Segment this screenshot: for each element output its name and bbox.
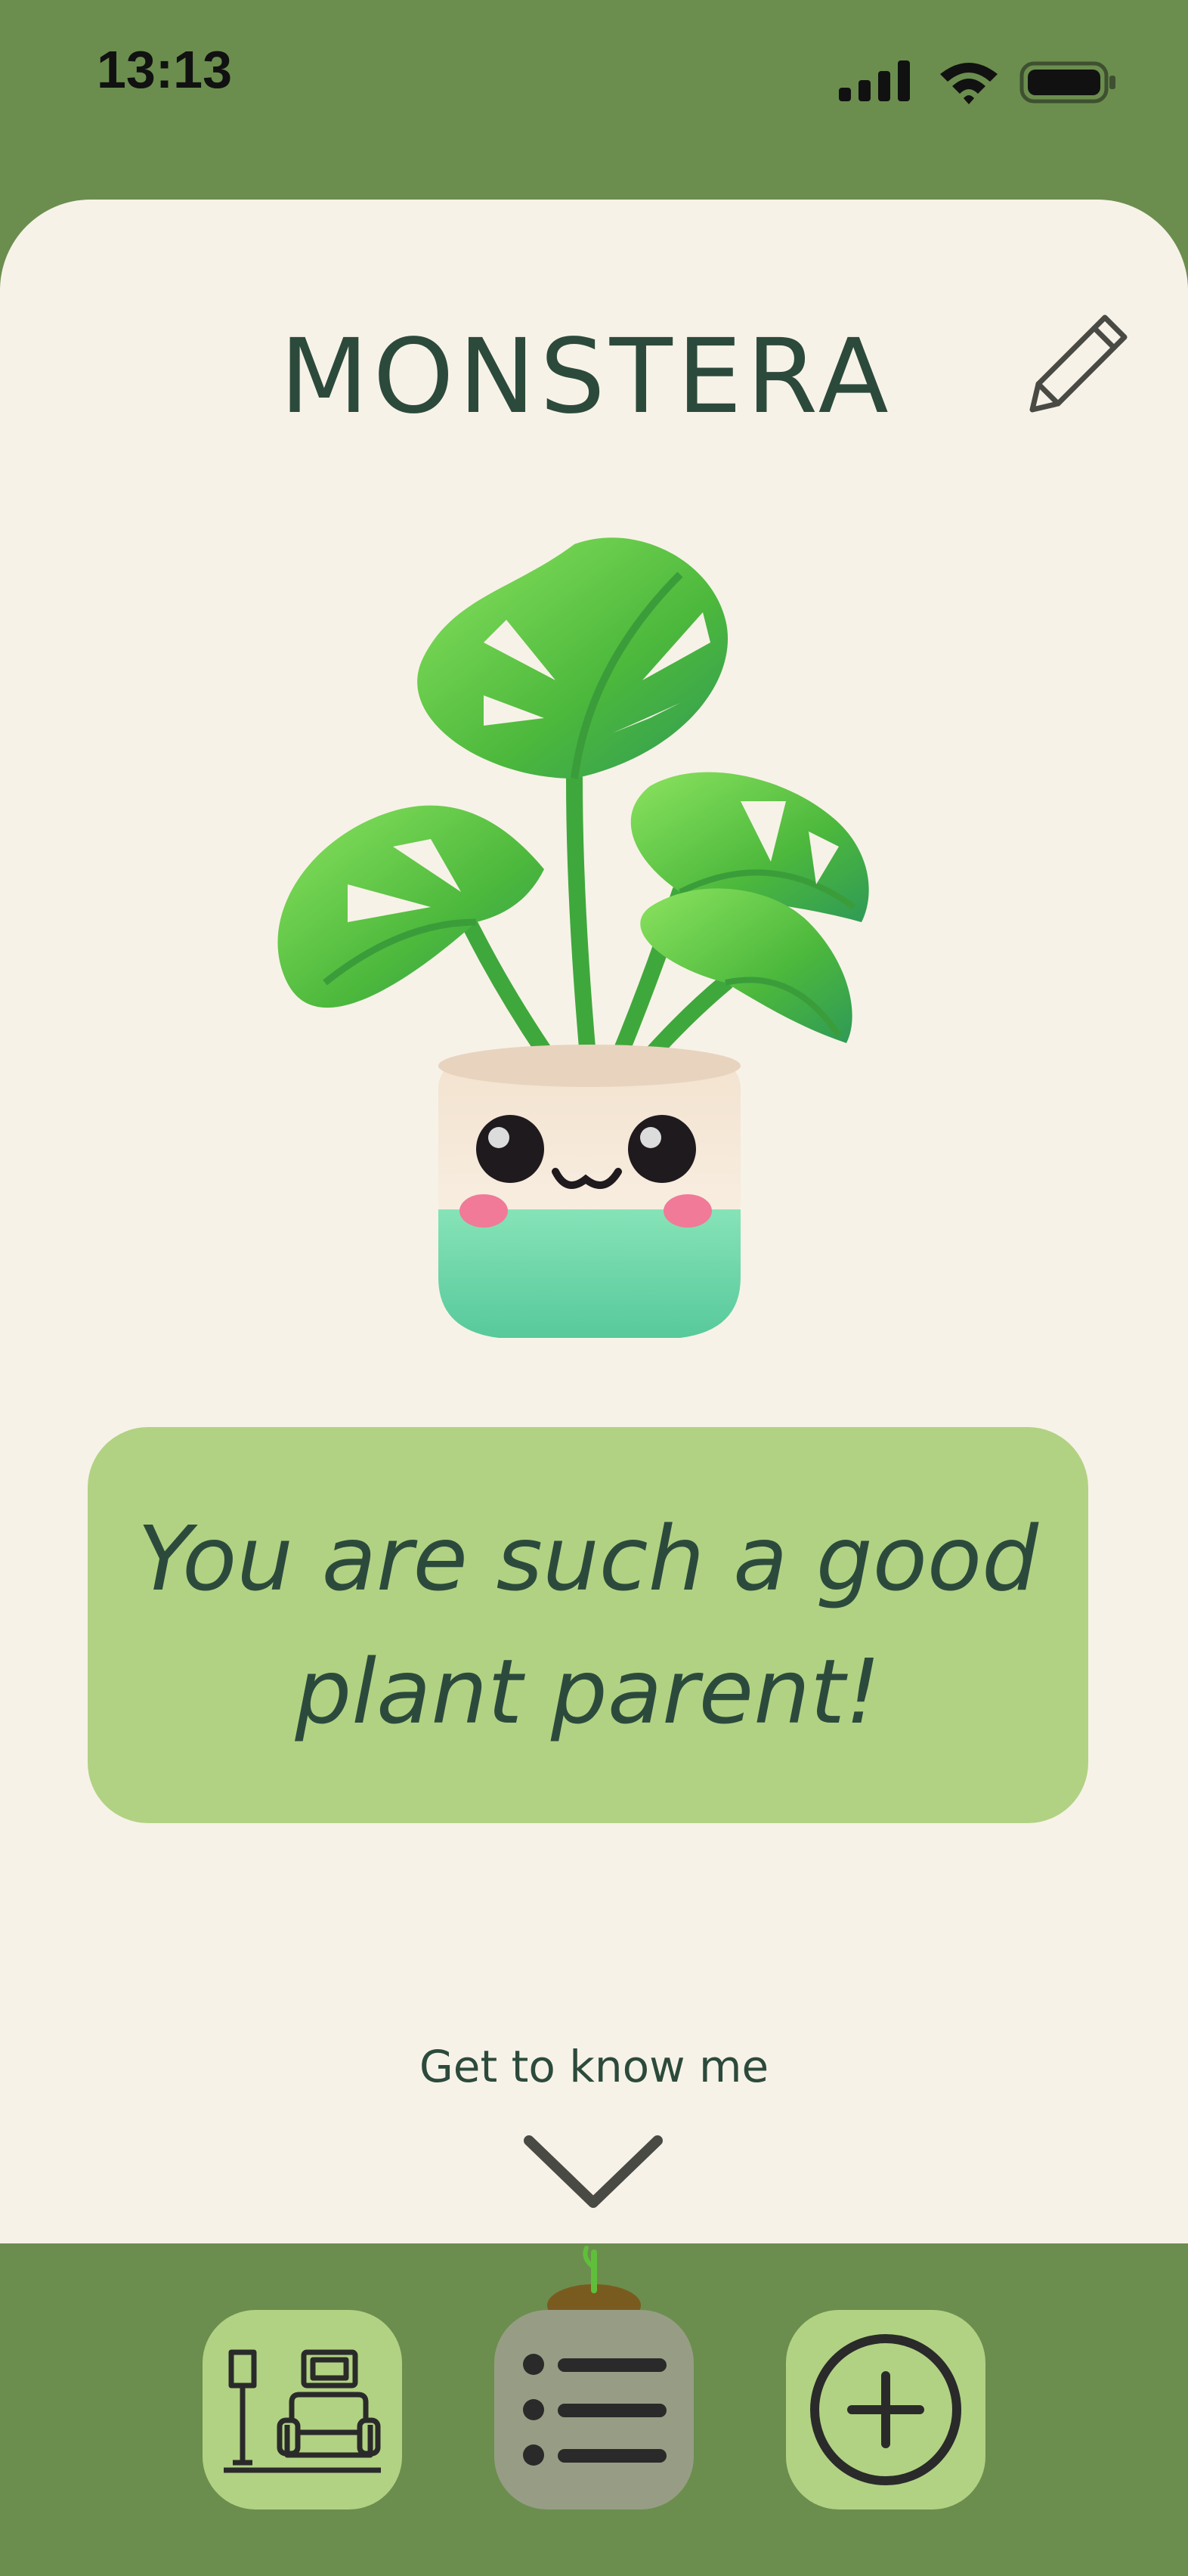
get-to-know-label[interactable]: Get to know me xyxy=(0,2041,1188,2092)
wifi-icon xyxy=(940,63,998,104)
chevron-down-icon[interactable] xyxy=(521,2130,665,2213)
monstera-plant-illustration xyxy=(277,537,869,1338)
status-icons xyxy=(839,60,1115,104)
list-icon xyxy=(523,2354,667,2466)
sprout-icon xyxy=(547,2246,641,2313)
plus-circle-icon xyxy=(810,2334,961,2485)
nav-add-button[interactable] xyxy=(786,2310,985,2509)
status-bar: 13:13 xyxy=(0,0,1188,200)
encouragement-message: You are such a good plant parent! xyxy=(88,1427,1088,1823)
nav-room-button[interactable] xyxy=(203,2310,402,2509)
message-text: You are such a good plant parent! xyxy=(138,1506,1038,1744)
battery-icon xyxy=(1019,61,1115,104)
living-room-icon xyxy=(224,2349,381,2473)
status-time: 13:13 xyxy=(97,40,233,99)
nav-list-button[interactable] xyxy=(494,2310,694,2509)
pencil-icon[interactable] xyxy=(1022,305,1135,419)
page-title: MONSTERA xyxy=(280,317,893,437)
cellular-signal-icon xyxy=(839,60,910,101)
